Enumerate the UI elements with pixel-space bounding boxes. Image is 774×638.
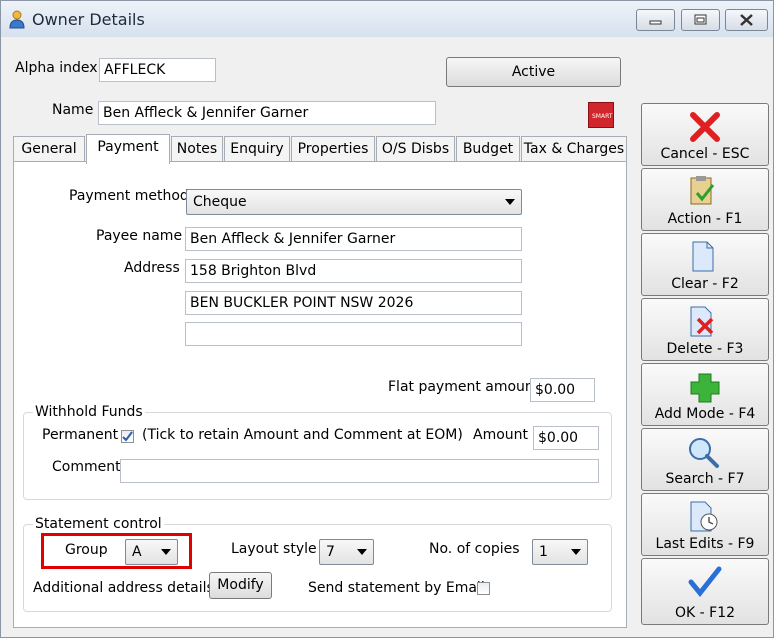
tab-budget[interactable]: Budget xyxy=(456,136,520,162)
delete-page-icon xyxy=(690,306,714,337)
clear-button[interactable]: Clear - F2 xyxy=(641,233,769,296)
close-icon xyxy=(740,14,753,26)
smart-icon[interactable]: SMART xyxy=(588,102,614,128)
alpha-index-label: Alpha index xyxy=(15,60,98,76)
send-email-label: Send statement by Email xyxy=(308,580,485,596)
ok-button[interactable]: OK - F12 xyxy=(641,558,769,625)
add-mode-button[interactable]: Add Mode - F4 xyxy=(641,363,769,426)
flat-payment-field[interactable]: $0.00 xyxy=(530,378,595,402)
owner-person-icon xyxy=(9,10,25,29)
maximize-button[interactable] xyxy=(681,9,720,31)
clipboard-check-icon xyxy=(690,176,715,205)
send-email-checkbox[interactable] xyxy=(477,582,490,595)
additional-address-label: Additional address details xyxy=(33,580,214,596)
comment-field[interactable] xyxy=(120,459,599,483)
cancel-button[interactable]: Cancel - ESC xyxy=(641,103,769,166)
statement-control-title: Statement control xyxy=(33,516,164,532)
layout-style-value: 7 xyxy=(326,544,335,560)
highlight-box xyxy=(41,533,192,569)
withhold-funds-group xyxy=(23,412,612,500)
payment-method-label: Payment method xyxy=(69,188,189,204)
layout-style-select[interactable]: 7 xyxy=(319,539,374,565)
permanent-label: Permanent xyxy=(42,427,119,443)
alpha-index-field[interactable]: AFFLECK xyxy=(99,58,216,82)
search-button[interactable]: Search - F7 xyxy=(641,428,769,491)
tab-tax-charges[interactable]: Tax & Charges xyxy=(521,136,627,162)
window-title: Owner Details xyxy=(32,10,145,29)
tab-notes[interactable]: Notes xyxy=(171,136,223,162)
ok-label: OK - F12 xyxy=(674,605,736,621)
magnifier-icon xyxy=(689,438,719,468)
copies-label: No. of copies xyxy=(429,541,520,557)
payment-method-value: Cheque xyxy=(193,194,247,210)
last-edits-label: Last Edits - F9 xyxy=(655,536,755,552)
modify-button[interactable]: Modify xyxy=(209,572,272,599)
page-clock-icon xyxy=(690,501,718,532)
clear-label: Clear - F2 xyxy=(671,276,739,292)
address-line-3-field[interactable] xyxy=(185,322,522,346)
action-button[interactable]: Action - F1 xyxy=(641,168,769,231)
red-x-icon xyxy=(690,112,720,142)
address-label: Address xyxy=(124,260,180,276)
flat-payment-label: Flat payment amount xyxy=(388,379,540,395)
check-icon xyxy=(122,431,133,442)
chevron-down-icon xyxy=(357,549,367,555)
tab-enquiry[interactable]: Enquiry xyxy=(224,136,290,162)
chevron-down-icon xyxy=(571,549,581,555)
minimize-icon xyxy=(649,20,662,25)
green-plus-icon xyxy=(690,373,720,403)
tab-general[interactable]: General xyxy=(13,136,85,162)
payment-method-select[interactable]: Cheque xyxy=(186,189,522,215)
blank-page-icon xyxy=(692,241,714,272)
amount-label: Amount xyxy=(473,427,529,443)
name-field[interactable]: Ben Affleck & Jennifer Garner xyxy=(98,101,436,125)
withhold-funds-title: Withhold Funds xyxy=(33,404,145,420)
comment-label: Comment xyxy=(52,459,121,475)
tab-properties[interactable]: Properties xyxy=(291,136,375,162)
payee-name-field[interactable]: Ben Affleck & Jennifer Garner xyxy=(185,227,522,251)
add-mode-label: Add Mode - F4 xyxy=(654,406,756,422)
action-label: Action - F1 xyxy=(667,211,743,227)
address-line-2-field[interactable]: BEN BUCKLER POINT NSW 2026 xyxy=(185,291,522,315)
name-label: Name xyxy=(52,102,94,118)
maximize-icon xyxy=(694,14,707,25)
payee-name-label: Payee name xyxy=(96,228,183,244)
copies-select[interactable]: 1 xyxy=(532,539,588,565)
copies-value: 1 xyxy=(539,544,548,560)
active-button[interactable]: Active xyxy=(446,57,621,87)
tab-os-disbs[interactable]: O/S Disbs xyxy=(376,136,455,162)
chevron-down-icon xyxy=(505,199,515,205)
amount-field[interactable]: $0.00 xyxy=(533,426,599,450)
delete-button[interactable]: Delete - F3 xyxy=(641,298,769,361)
owner-details-window: Owner Details Alpha index AFFLECK Active… xyxy=(0,0,774,638)
layout-style-label: Layout style xyxy=(231,541,317,557)
minimize-button[interactable] xyxy=(636,9,675,31)
cancel-label: Cancel - ESC xyxy=(660,146,750,162)
permanent-checkbox[interactable] xyxy=(121,430,134,443)
permanent-note: (Tick to retain Amount and Comment at EO… xyxy=(142,427,463,443)
title-bar: Owner Details xyxy=(1,1,773,37)
close-window-button[interactable] xyxy=(725,9,768,31)
delete-label: Delete - F3 xyxy=(666,341,744,357)
address-line-1-field[interactable]: 158 Brighton Blvd xyxy=(185,259,522,283)
last-edits-button[interactable]: Last Edits - F9 xyxy=(641,493,769,556)
tab-payment[interactable]: Payment xyxy=(86,134,170,164)
checkmark-icon xyxy=(688,566,722,597)
search-label: Search - F7 xyxy=(665,471,745,487)
